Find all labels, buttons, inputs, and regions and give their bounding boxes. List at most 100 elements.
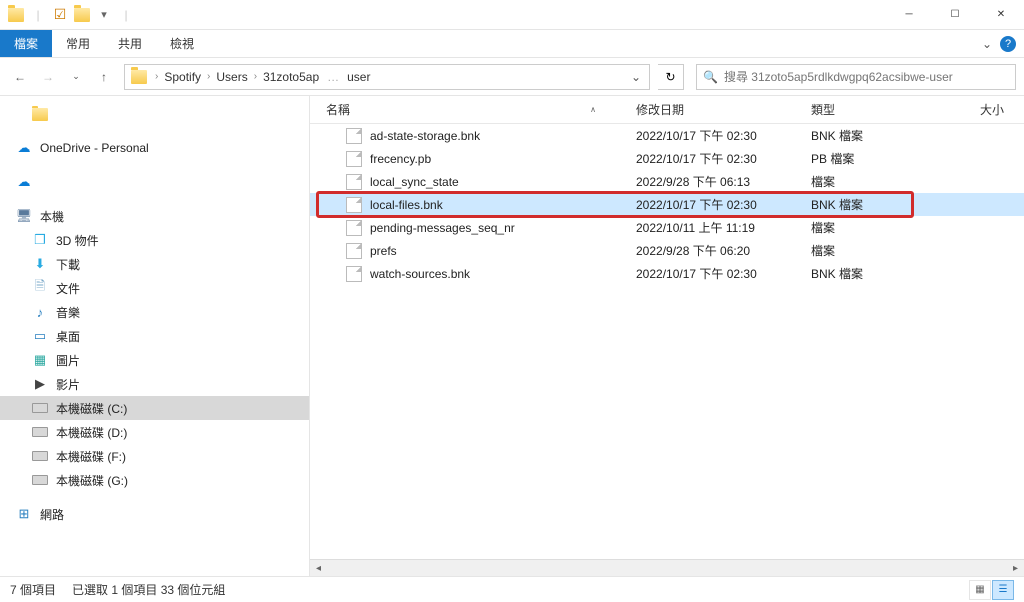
file-row[interactable]: local_sync_state2022/9/28 下午 06:13檔案	[310, 170, 1024, 193]
divider-icon: |	[28, 5, 48, 25]
tab-share[interactable]: 共用	[104, 30, 156, 57]
file-icon	[346, 174, 362, 190]
file-date: 2022/10/17 下午 02:30	[636, 127, 811, 144]
tree-item-3d[interactable]: ❒ 3D 物件	[0, 228, 309, 252]
folder-icon	[32, 106, 48, 122]
tree-item-drive-f[interactable]: 本機磁碟 (F:)	[0, 444, 309, 468]
tree-item-music[interactable]: ♪ 音樂	[0, 300, 309, 324]
ribbon-chevron-icon[interactable]: ⌄	[982, 37, 992, 51]
view-details-button[interactable]: ☰	[992, 580, 1014, 600]
file-row[interactable]: local-files.bnk2022/10/17 下午 02:30BNK 檔案	[310, 193, 1024, 216]
back-button[interactable]: ←	[8, 65, 32, 89]
file-date: 2022/10/17 下午 02:30	[636, 150, 811, 167]
file-icon	[346, 197, 362, 213]
nav-bar: ← → ⌄ ↑ › Spotify › Users › 31zoto5ap … …	[0, 58, 1024, 96]
qat-check-icon[interactable]: ☑	[50, 5, 70, 25]
file-name: prefs	[370, 244, 397, 258]
file-type: PB 檔案	[811, 150, 941, 167]
file-list[interactable]: ad-state-storage.bnk2022/10/17 下午 02:30B…	[310, 124, 1024, 559]
tree-item-drive-c[interactable]: 本機磁碟 (C:)	[0, 396, 309, 420]
status-bar: 7 個項目 已選取 1 個項目 33 個位元組 ▦ ☰	[0, 576, 1024, 602]
divider-icon: |	[116, 5, 136, 25]
status-items: 7 個項目	[10, 581, 56, 598]
crumb-spotify[interactable]: Spotify	[160, 65, 205, 89]
close-button[interactable]: ✕	[978, 0, 1024, 29]
crumb-userid[interactable]: 31zoto5ap	[259, 65, 323, 89]
file-type: BNK 檔案	[811, 127, 941, 144]
tree-item-drive-d[interactable]: 本機磁碟 (D:)	[0, 420, 309, 444]
column-header-date[interactable]: 修改日期	[636, 101, 811, 118]
file-icon	[346, 128, 362, 144]
file-type: 檔案	[811, 219, 941, 236]
forward-button[interactable]: →	[36, 65, 60, 89]
drive-icon	[32, 448, 48, 464]
tree-item-quick[interactable]	[0, 102, 309, 126]
drive-icon	[32, 472, 48, 488]
column-header-type[interactable]: 類型	[811, 101, 941, 118]
document-icon: 🗎	[32, 280, 48, 296]
file-type: BNK 檔案	[811, 265, 941, 282]
file-row[interactable]: watch-sources.bnk2022/10/17 下午 02:30BNK …	[310, 262, 1024, 285]
scroll-right-icon[interactable]: ▸	[1007, 560, 1024, 577]
tree-item-pictures[interactable]: ▦ 圖片	[0, 348, 309, 372]
scroll-left-icon[interactable]: ◂	[310, 560, 327, 577]
chevron-right-icon[interactable]: ›	[153, 71, 160, 82]
search-box[interactable]: 🔍	[696, 64, 1016, 90]
file-icon	[346, 220, 362, 236]
tree-item-videos[interactable]: ▶ 影片	[0, 372, 309, 396]
file-row[interactable]: pending-messages_seq_nr 2022/10/11 上午 11:…	[310, 216, 1024, 239]
tree-item-drive-g[interactable]: 本機磁碟 (G:)	[0, 468, 309, 492]
tree-item-desktop[interactable]: ▭ 桌面	[0, 324, 309, 348]
scroll-track[interactable]	[327, 560, 1007, 576]
tree-item-pc[interactable]: 🖥 本機	[0, 204, 309, 228]
file-name: pending-messages_seq_nr	[370, 221, 515, 235]
window-folder-icon	[6, 5, 26, 25]
address-dropdown-icon[interactable]: ⌄	[623, 70, 649, 84]
tree-item-cloud2[interactable]: ☁	[0, 170, 309, 194]
navigation-pane[interactable]: ☁ OneDrive - Personal ☁ 🖥 本機 ❒ 3D 物件 ⬇ 下…	[0, 96, 310, 576]
file-row[interactable]: frecency.pb2022/10/17 下午 02:30PB 檔案	[310, 147, 1024, 170]
search-input[interactable]	[724, 70, 1009, 84]
tab-view[interactable]: 檢視	[156, 30, 208, 57]
cube-icon: ❒	[32, 232, 48, 248]
ribbon: 檔案 常用 共用 檢視 ⌄ ?	[0, 30, 1024, 58]
address-bar[interactable]: › Spotify › Users › 31zoto5ap … user ⌄	[124, 64, 650, 90]
drive-icon	[32, 400, 48, 416]
tree-item-downloads[interactable]: ⬇ 下載	[0, 252, 309, 276]
crumb-user[interactable]: user	[343, 65, 374, 89]
minimize-button[interactable]: ─	[886, 0, 932, 29]
chevron-right-icon[interactable]: ›	[205, 71, 212, 82]
file-row[interactable]: ad-state-storage.bnk2022/10/17 下午 02:30B…	[310, 124, 1024, 147]
up-button[interactable]: ↑	[92, 65, 116, 89]
file-name: local-files.bnk	[370, 198, 443, 212]
file-date: 2022/10/11 上午 11:19	[636, 219, 811, 236]
file-date: 2022/9/28 下午 06:20	[636, 242, 811, 259]
drive-icon	[32, 424, 48, 440]
file-type: BNK 檔案	[811, 196, 941, 213]
recent-dropdown-icon[interactable]: ⌄	[64, 65, 88, 89]
refresh-button[interactable]: ↻	[658, 64, 684, 90]
file-row[interactable]: prefs 2022/9/28 下午 06:20檔案	[310, 239, 1024, 262]
column-header-size[interactable]: 大小	[941, 101, 1024, 118]
maximize-button[interactable]: ☐	[932, 0, 978, 29]
tab-file[interactable]: 檔案	[0, 30, 52, 57]
file-date: 2022/10/17 下午 02:30	[636, 265, 811, 282]
tree-item-onedrive[interactable]: ☁ OneDrive - Personal	[0, 136, 309, 160]
tab-home[interactable]: 常用	[52, 30, 104, 57]
column-header-name[interactable]: 名稱 ∧	[326, 101, 636, 118]
cloud-icon: ☁	[16, 140, 32, 156]
title-bar: | ☑ ▾ | ─ ☐ ✕	[0, 0, 1024, 30]
crumb-users[interactable]: Users	[212, 65, 251, 89]
qat-dropdown-icon[interactable]: ▾	[94, 5, 114, 25]
chevron-right-icon[interactable]: ›	[252, 71, 259, 82]
qat-folder-icon[interactable]	[72, 5, 92, 25]
pc-icon: 🖥	[16, 208, 32, 224]
tree-item-documents[interactable]: 🗎 文件	[0, 276, 309, 300]
help-icon[interactable]: ?	[1000, 36, 1016, 52]
horizontal-scrollbar[interactable]: ◂ ▸	[310, 559, 1024, 576]
tree-item-network[interactable]: ⊞ 網路	[0, 502, 309, 526]
file-type: 檔案	[811, 242, 941, 259]
file-date: 2022/9/28 下午 06:13	[636, 173, 811, 190]
network-icon: ⊞	[16, 506, 32, 522]
view-thumbnails-button[interactable]: ▦	[969, 580, 991, 600]
